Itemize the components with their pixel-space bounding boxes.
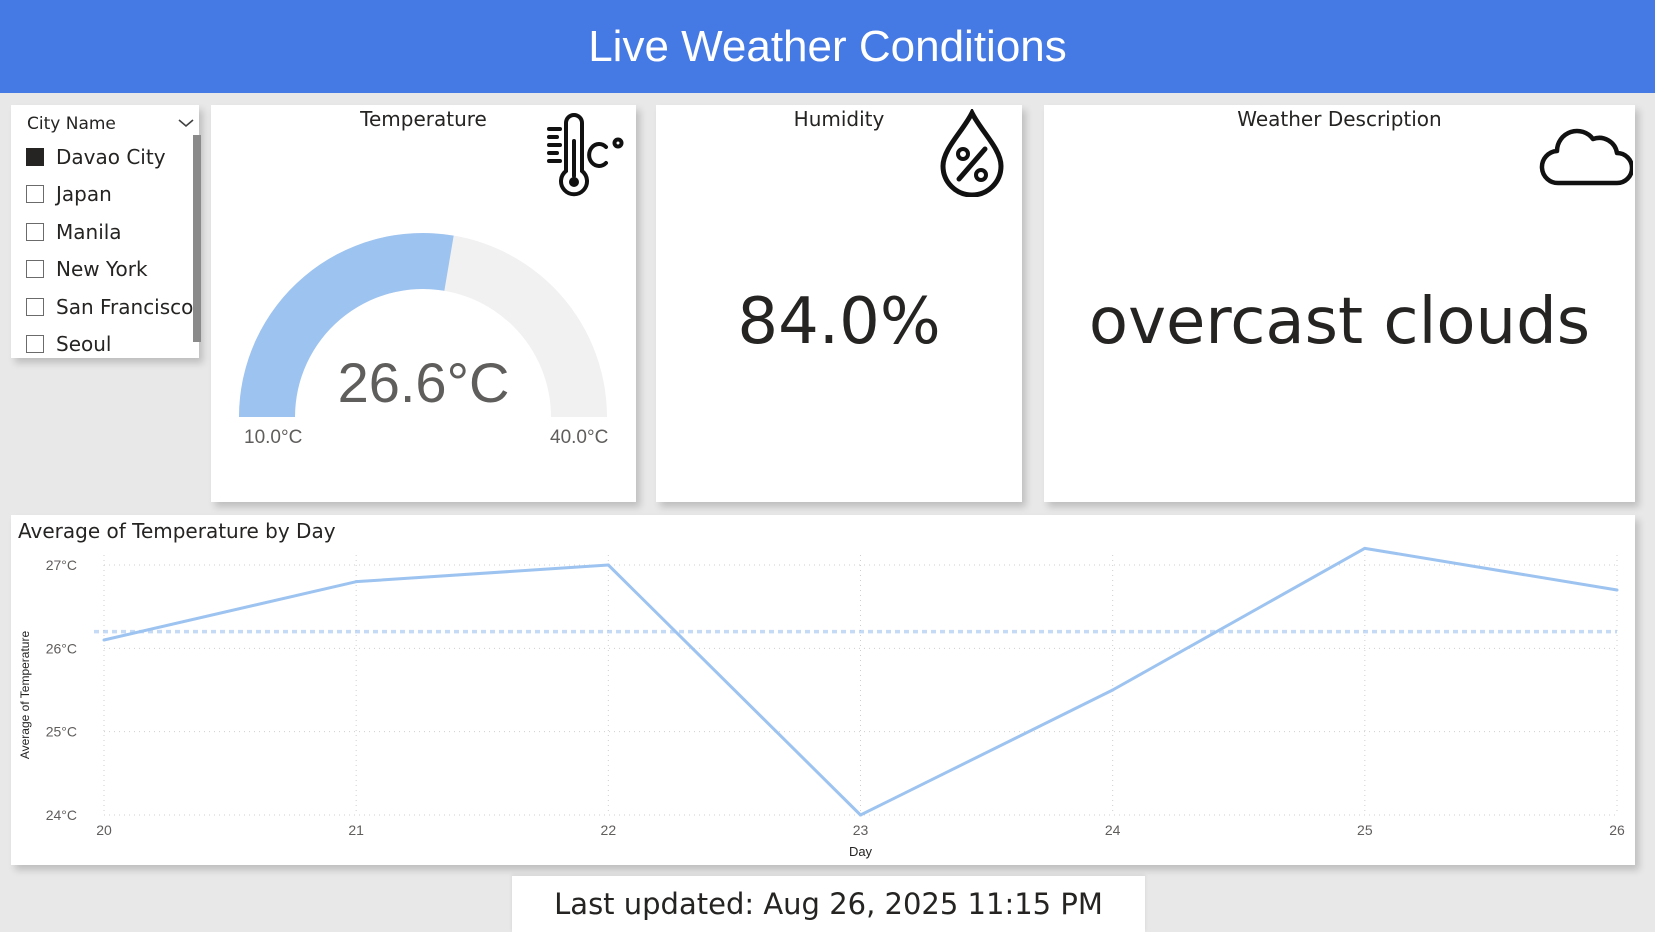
gauge-min-label: 10.0°C xyxy=(244,427,303,448)
slicer-item-label: San Francisco xyxy=(56,294,194,319)
page-title: Live Weather Conditions xyxy=(588,21,1067,71)
weather-description-card: Weather Description overcast clouds xyxy=(1044,105,1635,502)
checkbox[interactable] xyxy=(26,297,44,316)
temperature-line-chart: 24°C 25°C 26°C 27°C 20 21 22 23 24 25 26 Day Average… xyxy=(11,515,1635,865)
humidity-value: 84.0% xyxy=(737,285,941,359)
slicer-item-label: Davao City xyxy=(56,144,166,169)
x-tick-label: 24 xyxy=(1105,822,1121,838)
checkbox[interactable] xyxy=(26,335,44,354)
data-point xyxy=(606,563,610,567)
slicer-item-new-york[interactable]: New York xyxy=(26,251,186,289)
checkbox[interactable] xyxy=(26,222,44,241)
slicer-item-seoul[interactable]: Seoul xyxy=(26,326,186,364)
x-tick-label: 23 xyxy=(853,822,869,838)
dashboard-header: Live Weather Conditions xyxy=(0,0,1655,93)
data-point xyxy=(1363,546,1367,550)
last-updated-text: Last updated: Aug 26, 2025 11:15 PM xyxy=(554,887,1103,921)
y-tick-label: 24°C xyxy=(46,807,77,823)
x-tick-label: 20 xyxy=(96,822,112,838)
y-tick-label: 25°C xyxy=(46,724,77,740)
gauge-value: 26.6°C xyxy=(337,351,510,414)
chart-title: Average of Temperature by Day xyxy=(18,519,336,543)
gauge-max-label: 40.0°C xyxy=(550,427,609,448)
cloud-icon xyxy=(1539,128,1633,186)
chart-plot: 24°C 25°C 26°C 27°C 20 21 22 23 24 25 26 Day Average… xyxy=(18,546,1625,859)
slicer-item-label: Japan xyxy=(56,182,112,207)
slicer-scrollbar[interactable] xyxy=(193,135,201,342)
last-updated: Last updated: Aug 26, 2025 11:15 PM xyxy=(512,876,1145,932)
y-axis-title: Average of Temperature xyxy=(18,631,32,760)
data-point xyxy=(102,638,106,642)
x-tick-label: 21 xyxy=(348,822,364,838)
slicer-item-label: Manila xyxy=(56,219,122,244)
x-axis-title: Day xyxy=(849,844,873,859)
slicer-item-davao-city[interactable]: Davao City xyxy=(26,138,186,176)
data-point xyxy=(354,580,358,584)
data-point xyxy=(1111,688,1115,692)
x-tick-label: 26 xyxy=(1609,822,1625,838)
checkbox[interactable] xyxy=(26,260,44,279)
slicer-title: City Name xyxy=(27,114,116,134)
data-point xyxy=(1615,588,1619,592)
humidity-drop-icon xyxy=(940,109,1004,197)
humidity-card: Humidity 84.0% xyxy=(656,105,1022,502)
slicer-item-san-francisco[interactable]: San Francisco xyxy=(26,288,193,326)
weather-description-value: overcast clouds xyxy=(1088,285,1591,359)
x-tick-label: 22 xyxy=(601,822,617,838)
checkbox[interactable] xyxy=(26,185,44,204)
slicer-item-label: New York xyxy=(56,257,148,282)
x-tick-label: 25 xyxy=(1357,822,1373,838)
slicer-item-japan[interactable]: Japan xyxy=(26,176,186,214)
slicer-item-label: Seoul xyxy=(56,332,112,357)
y-tick-label: 26°C xyxy=(46,640,77,656)
y-tick-label: 27°C xyxy=(46,557,77,573)
city-slicer[interactable]: City Name Davao City Japan Manila New Yo… xyxy=(11,105,201,358)
slicer-item-manila[interactable]: Manila xyxy=(26,213,186,251)
slicer-list: Davao City Japan Manila New York San Fra… xyxy=(26,138,193,364)
data-point xyxy=(859,813,862,817)
temperature-card: Temperature 26.6°C 10.0°C 40.0°C xyxy=(211,105,636,502)
chevron-down-icon[interactable] xyxy=(176,114,196,132)
checkbox[interactable] xyxy=(26,147,44,166)
